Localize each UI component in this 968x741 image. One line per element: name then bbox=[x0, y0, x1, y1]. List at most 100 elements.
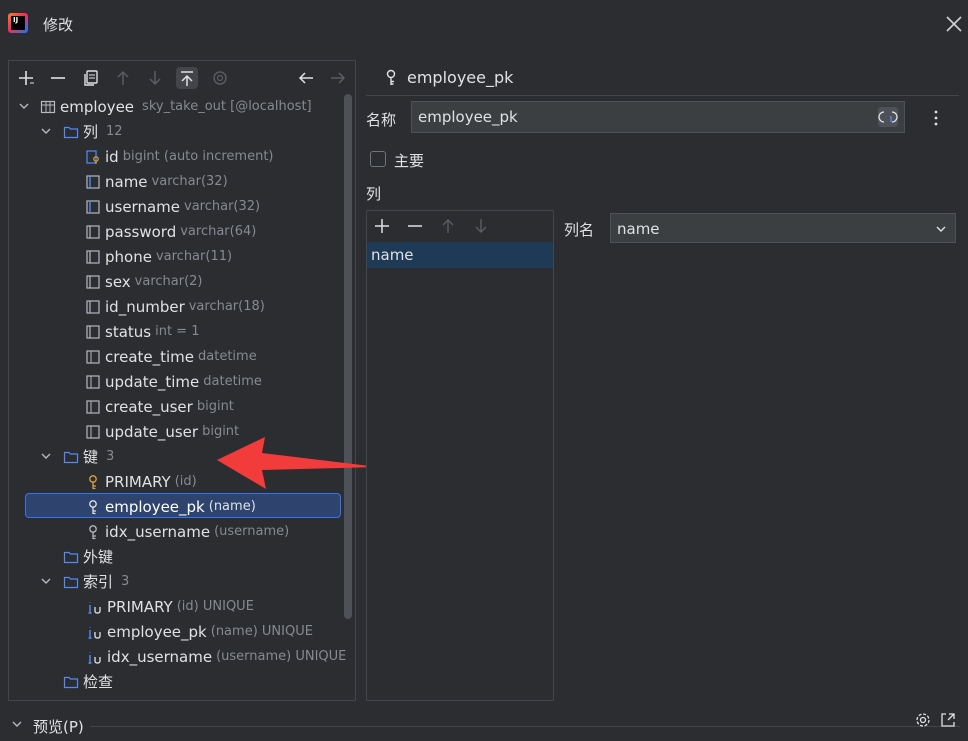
chevron-down-icon[interactable] bbox=[40, 450, 52, 462]
move-down-icon[interactable] bbox=[472, 217, 490, 235]
column-type: int = 1 bbox=[155, 324, 200, 339]
divider bbox=[366, 95, 959, 96]
tree-item-key-selected[interactable]: employee_pk (name) bbox=[85, 494, 256, 519]
key-name: PRIMARY bbox=[105, 472, 171, 491]
columns-list-item-selected[interactable]: name bbox=[367, 242, 553, 268]
tree-item-column[interactable]: sex varchar(2) bbox=[85, 269, 203, 294]
scrollbar[interactable] bbox=[344, 94, 352, 619]
index-name: PRIMARY bbox=[107, 597, 173, 616]
generate-name-icon[interactable] bbox=[878, 107, 898, 127]
tree-item-foreign-keys-folder[interactable]: 外键 bbox=[63, 544, 113, 569]
folder-icon bbox=[63, 551, 79, 563]
tree-item-index[interactable]: idx_username (username) UNIQUE bbox=[87, 644, 346, 669]
title-bar bbox=[0, 0, 968, 48]
tree-item-column[interactable]: name varchar(32) bbox=[85, 169, 228, 194]
column-name: name bbox=[105, 172, 148, 191]
move-up-icon[interactable] bbox=[112, 67, 134, 89]
chevron-down-icon[interactable] bbox=[40, 125, 52, 137]
structure-tree-panel: employee sky_take_out [@localhost] 列 12 … bbox=[8, 60, 356, 701]
folder-label: 键 bbox=[83, 448, 99, 466]
tree-item-keys-folder[interactable]: 键 3 bbox=[63, 444, 114, 469]
name-field[interactable]: employee_pk bbox=[411, 101, 905, 133]
column-name: phone bbox=[105, 247, 152, 266]
column-name: create_time bbox=[105, 347, 195, 366]
preview-toggle[interactable]: 预览(P) bbox=[33, 716, 84, 737]
refresh-icon[interactable] bbox=[209, 67, 231, 89]
key-columns: (name) bbox=[208, 499, 256, 514]
tree-item-checks-folder[interactable]: 检查 bbox=[63, 669, 113, 694]
tree-item-table[interactable]: employee sky_take_out [@localhost] bbox=[40, 94, 312, 119]
column-name-label: 列名 bbox=[564, 221, 595, 239]
tree-item-index[interactable]: PRIMARY (id) UNIQUE bbox=[87, 594, 254, 619]
columns-list-box bbox=[366, 210, 554, 701]
index-columns: (id) UNIQUE bbox=[176, 599, 254, 614]
column-name-select-value: name bbox=[617, 220, 660, 238]
tree-item-column[interactable]: id_number varchar(18) bbox=[85, 294, 265, 319]
column-icon bbox=[86, 374, 100, 389]
unique-index-icon bbox=[88, 601, 101, 614]
folder-icon bbox=[63, 451, 79, 463]
remove-icon[interactable] bbox=[47, 67, 69, 89]
column-list-item-label: name bbox=[371, 246, 414, 264]
column-name: update_user bbox=[105, 422, 199, 441]
chevron-down-icon[interactable] bbox=[18, 100, 30, 112]
tree-item-column[interactable]: status int = 1 bbox=[85, 319, 199, 344]
add-icon[interactable] bbox=[15, 67, 37, 89]
move-up-icon[interactable] bbox=[439, 217, 457, 235]
indexed-column-icon bbox=[86, 174, 100, 189]
index-columns: (name) UNIQUE bbox=[210, 624, 313, 639]
columns-label: 列 bbox=[366, 185, 382, 203]
close-icon[interactable] bbox=[944, 14, 964, 34]
tree-item-column[interactable]: update_time datetime bbox=[85, 369, 262, 394]
column-name-select[interactable]: name bbox=[610, 213, 956, 243]
tree-item-column[interactable]: password varchar(64) bbox=[85, 219, 256, 244]
app-logo-icon: IJ bbox=[8, 13, 28, 33]
move-down-icon[interactable] bbox=[144, 67, 166, 89]
tree-item-column[interactable]: create_user bigint bbox=[85, 394, 234, 419]
back-icon[interactable] bbox=[295, 67, 317, 89]
divider bbox=[90, 726, 960, 727]
tree-item-column[interactable]: id bigint (auto increment) bbox=[85, 144, 274, 169]
tree-item-columns-folder[interactable]: 列 12 bbox=[63, 119, 123, 144]
move-to-top-icon[interactable] bbox=[176, 67, 198, 89]
tree-item-indexes-folder[interactable]: 索引 3 bbox=[63, 569, 129, 594]
primary-checkbox[interactable] bbox=[370, 151, 386, 167]
forward-icon[interactable] bbox=[327, 67, 349, 89]
not-null-column-icon bbox=[86, 274, 100, 289]
unique-index-icon bbox=[88, 651, 101, 664]
column-icon bbox=[86, 424, 100, 439]
column-name: password bbox=[105, 222, 177, 241]
folder-label: 检查 bbox=[83, 673, 114, 691]
more-options-icon[interactable] bbox=[928, 108, 944, 128]
tree-item-key[interactable]: PRIMARY (id) bbox=[85, 469, 197, 494]
tree-item-key[interactable]: idx_username (username) bbox=[85, 519, 289, 544]
primary-key-icon bbox=[89, 474, 97, 489]
column-type: varchar(32) bbox=[151, 174, 228, 189]
tree-item-column[interactable]: username varchar(32) bbox=[85, 194, 260, 219]
add-column-icon[interactable] bbox=[373, 217, 391, 235]
tree-item-column[interactable]: phone varchar(11) bbox=[85, 244, 232, 269]
column-icon bbox=[86, 349, 100, 364]
index-columns: (username) UNIQUE bbox=[216, 649, 347, 664]
not-null-column-icon bbox=[86, 324, 100, 339]
name-field-value: employee_pk bbox=[418, 108, 518, 126]
name-label: 名称 bbox=[366, 111, 397, 129]
tree-item-column[interactable]: create_time datetime bbox=[85, 344, 257, 369]
folder-label: 列 bbox=[83, 123, 99, 141]
gear-icon[interactable] bbox=[914, 711, 932, 729]
index-name: idx_username bbox=[107, 647, 213, 666]
remove-column-icon[interactable] bbox=[406, 217, 424, 235]
folder-count: 3 bbox=[106, 449, 115, 464]
folder-icon bbox=[63, 126, 79, 138]
tree-item-index[interactable]: employee_pk (name) UNIQUE bbox=[87, 619, 313, 644]
column-name: sex bbox=[105, 272, 131, 291]
column-type: varchar(32) bbox=[184, 199, 261, 214]
chevron-down-icon[interactable] bbox=[40, 575, 52, 587]
open-external-icon[interactable] bbox=[939, 711, 957, 729]
copy-icon[interactable] bbox=[80, 67, 102, 89]
primary-key-column-icon bbox=[86, 149, 99, 164]
primary-label: 主要 bbox=[394, 152, 425, 170]
chevron-down-icon[interactable] bbox=[11, 718, 23, 730]
column-type: varchar(2) bbox=[134, 274, 203, 289]
column-type: bigint bbox=[196, 399, 234, 414]
